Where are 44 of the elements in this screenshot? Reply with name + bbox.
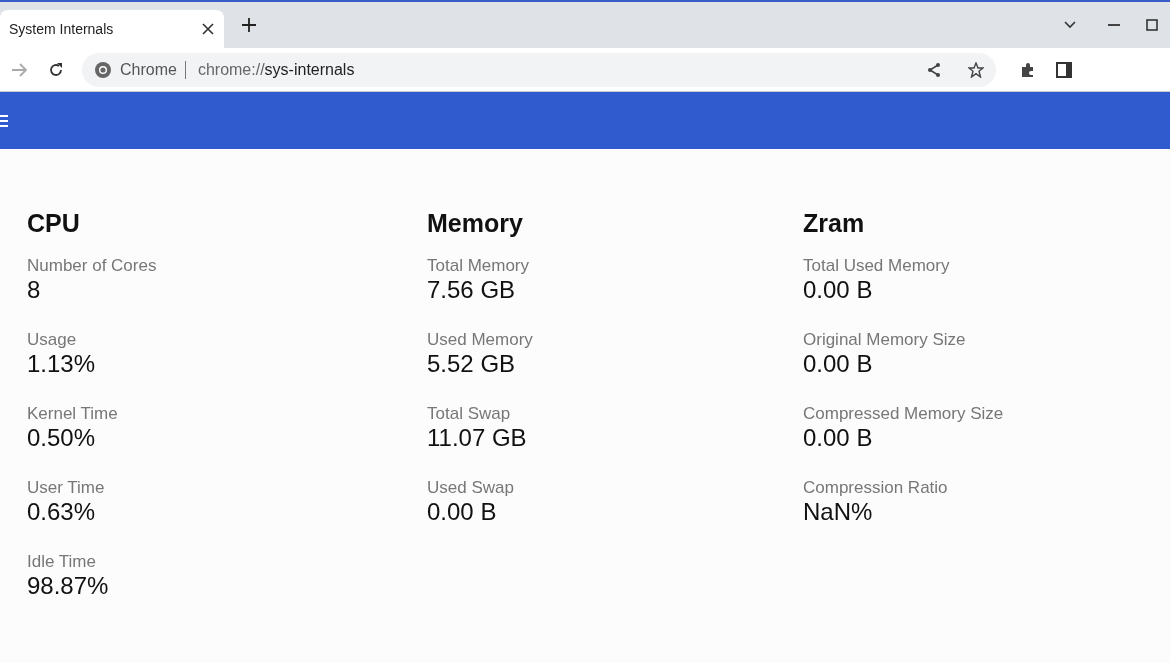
url-text: chrome://sys-internals bbox=[197, 60, 355, 79]
menu-icon[interactable] bbox=[0, 113, 8, 128]
stat-value: 0.63% bbox=[27, 498, 97, 526]
stat-label: Idle Time bbox=[27, 552, 97, 572]
stat-value: 0.00 B bbox=[803, 350, 874, 378]
reload-icon[interactable] bbox=[48, 61, 64, 78]
stat-value: 1.13% bbox=[27, 350, 97, 378]
section-title: CPU bbox=[27, 208, 81, 239]
tab-title: System Internals bbox=[9, 21, 114, 37]
stat-value: 8 bbox=[27, 276, 42, 304]
stat-label: Compression Ratio bbox=[803, 478, 949, 498]
stat-value: 98.87% bbox=[27, 572, 110, 600]
browser-tab[interactable]: System Internals bbox=[0, 10, 224, 48]
stat-label: Total Memory bbox=[427, 256, 531, 276]
address-bar[interactable]: Chrome chrome://sys-internals bbox=[82, 52, 996, 87]
share-icon[interactable] bbox=[926, 61, 942, 78]
stat-label: User Time bbox=[27, 478, 106, 498]
stat-value: 5.52 GB bbox=[427, 350, 517, 378]
stat-value: 7.56 GB bbox=[427, 276, 517, 304]
puzzle-icon[interactable] bbox=[1020, 61, 1036, 78]
stat-label: Kernel Time bbox=[27, 404, 119, 424]
stat-label: Usage bbox=[27, 330, 78, 350]
stat-value: 0.50% bbox=[27, 424, 97, 452]
stat-value: 0.00 B bbox=[803, 276, 874, 304]
stat-label: Number of Cores bbox=[27, 256, 158, 276]
stat-label: Total Swap bbox=[427, 404, 512, 424]
stat-label: Used Swap bbox=[427, 478, 515, 498]
stat-label: Compressed Memory Size bbox=[803, 404, 1005, 424]
site-label: Chrome bbox=[120, 60, 177, 79]
section-title: Zram bbox=[803, 208, 866, 239]
stat-label: Used Memory bbox=[427, 330, 534, 350]
stat-value: 11.07 GB bbox=[427, 424, 528, 452]
stat-label: Original Memory Size bbox=[803, 330, 967, 350]
section-title: Memory bbox=[427, 208, 524, 239]
star-icon[interactable] bbox=[968, 61, 984, 78]
stat-value: NaN% bbox=[803, 498, 874, 526]
stat-value: 0.00 B bbox=[427, 498, 498, 526]
stat-value: 0.00 B bbox=[803, 424, 874, 452]
side-panel-icon[interactable] bbox=[1056, 61, 1072, 78]
close-icon[interactable] bbox=[202, 23, 214, 35]
stat-label: Total Used Memory bbox=[803, 256, 951, 276]
new-tab-icon[interactable] bbox=[242, 18, 256, 32]
maximize-icon[interactable] bbox=[1146, 19, 1158, 31]
chevron-down-icon[interactable] bbox=[1064, 21, 1076, 29]
